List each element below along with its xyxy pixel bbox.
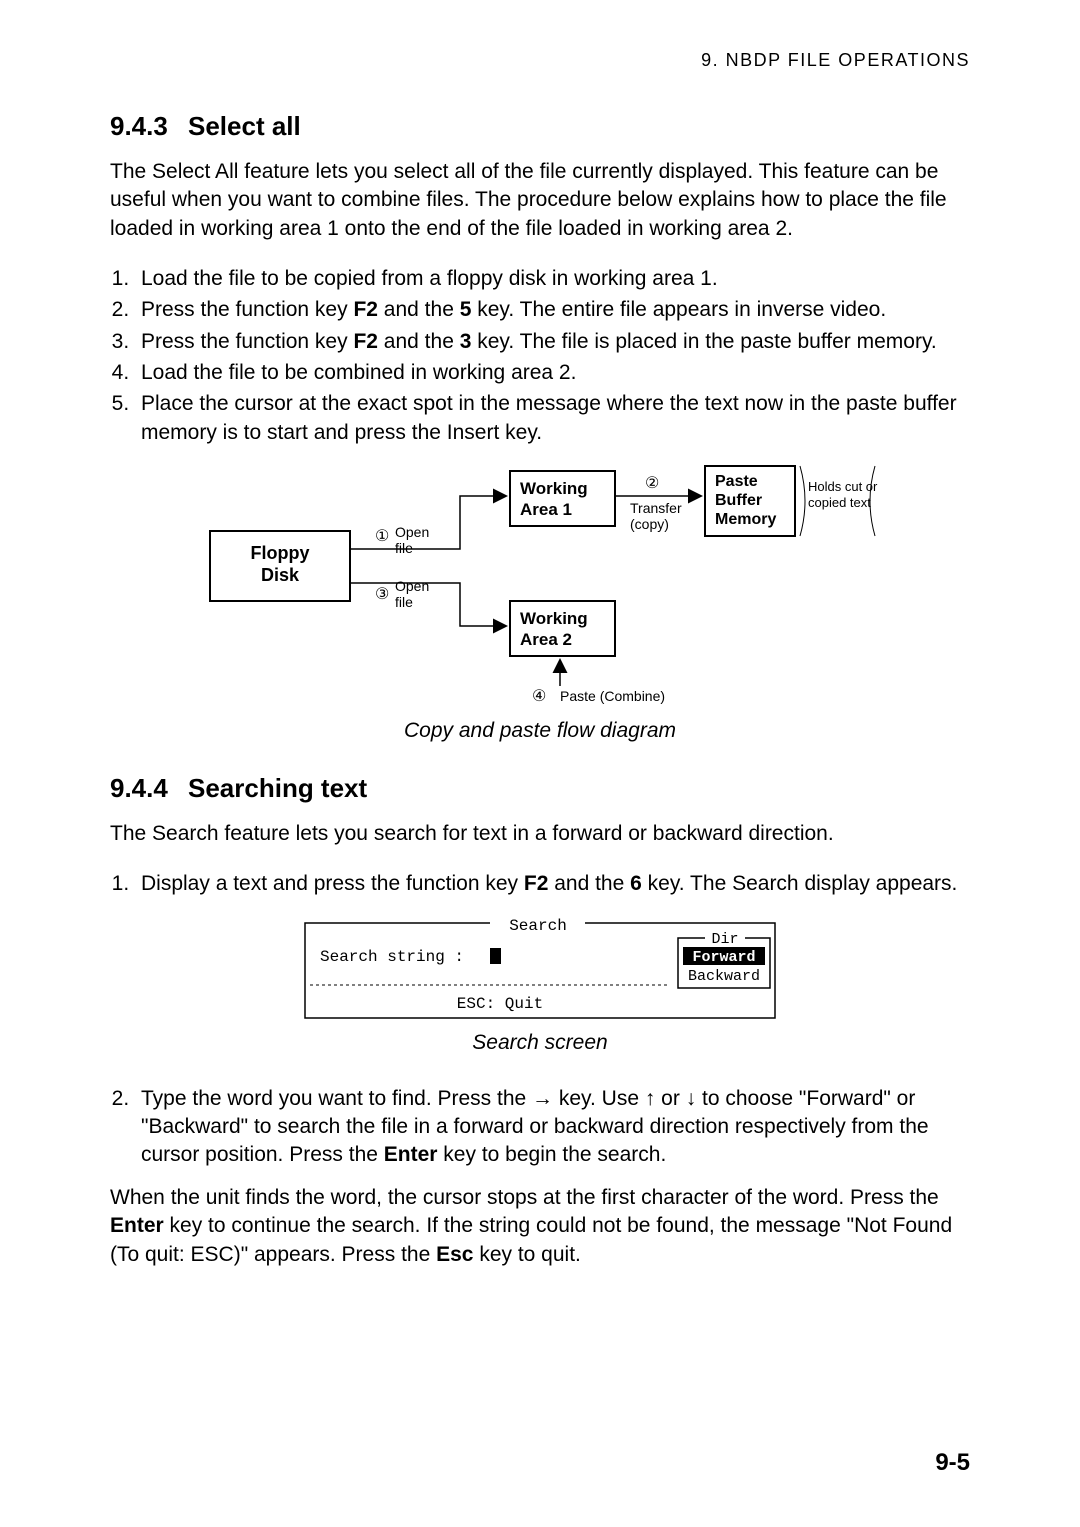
search-caption: Search screen <box>110 1031 970 1055</box>
search-prompt: Search string : <box>320 948 464 966</box>
section-number-2: 9.4.4 <box>110 773 188 804</box>
step-item: Display a text and press the function ke… <box>135 870 970 898</box>
svg-text:file: file <box>395 540 413 556</box>
section-title-2: Searching text <box>188 773 367 804</box>
step-item: Place the cursor at the exact spot in th… <box>135 390 970 447</box>
search-screen-diagram: Search Search string : ESC: Quit Dir For… <box>110 913 970 1023</box>
search-footer: ESC: Quit <box>457 995 543 1013</box>
dir-forward: Forward <box>692 949 755 966</box>
steps-list-2b: Type the word you want to find. Press th… <box>110 1085 970 1170</box>
step-marker-2: ② <box>645 475 659 492</box>
closing-paragraph: When the unit finds the word, the cursor… <box>110 1184 970 1269</box>
svg-text:Open: Open <box>395 524 429 540</box>
svg-text:Working: Working <box>520 479 588 498</box>
step-item: Load the file to be combined in working … <box>135 359 970 387</box>
svg-text:file: file <box>395 594 413 610</box>
svg-text:Disk: Disk <box>261 565 300 585</box>
svg-text:Transfer: Transfer <box>630 500 682 516</box>
svg-text:Area 1: Area 1 <box>520 500 572 519</box>
step-marker-3: ③ <box>375 586 389 603</box>
section-intro: The Select All feature lets you select a… <box>110 158 970 243</box>
svg-text:Holds cut or: Holds cut or <box>808 479 878 494</box>
cursor-block <box>490 948 501 964</box>
steps-list-2: Display a text and press the function ke… <box>110 870 970 898</box>
steps-list: Load the file to be copied from a floppy… <box>110 265 970 447</box>
page-number: 9-5 <box>935 1449 970 1477</box>
chapter-header: 9. NBDP FILE OPERATIONS <box>110 50 970 71</box>
section-intro-2: The Search feature lets you search for t… <box>110 820 970 848</box>
svg-text:copied text: copied text <box>808 495 871 510</box>
step-item: Load the file to be copied from a floppy… <box>135 265 970 293</box>
step-item: Type the word you want to find. Press th… <box>135 1085 970 1170</box>
svg-text:Paste: Paste <box>715 473 758 490</box>
svg-text:Area 2: Area 2 <box>520 630 572 649</box>
svg-text:Open: Open <box>395 578 429 594</box>
svg-text:Floppy: Floppy <box>251 543 310 563</box>
section-heading: 9.4.3 Select all <box>110 111 970 142</box>
flow-diagram: Floppy Disk ① Open file ③ Open file Work… <box>110 461 970 711</box>
dir-label: Dir <box>711 931 738 948</box>
diagram-caption: Copy and paste flow diagram <box>110 719 970 743</box>
step-marker-4: ④ <box>532 688 546 705</box>
step-marker-1: ① <box>375 528 389 545</box>
svg-text:Paste (Combine): Paste (Combine) <box>560 688 665 704</box>
dir-backward: Backward <box>688 968 760 985</box>
search-box-title: Search <box>509 917 567 935</box>
step-item: Press the function key F2 and the 3 key.… <box>135 328 970 356</box>
section-title: Select all <box>188 111 301 142</box>
step-item: Press the function key F2 and the 5 key.… <box>135 296 970 324</box>
svg-text:Memory: Memory <box>715 511 776 528</box>
section-number: 9.4.3 <box>110 111 188 142</box>
svg-text:Buffer: Buffer <box>715 492 762 509</box>
section-heading-2: 9.4.4 Searching text <box>110 773 970 804</box>
svg-text:(copy): (copy) <box>630 516 669 532</box>
svg-text:Working: Working <box>520 609 588 628</box>
